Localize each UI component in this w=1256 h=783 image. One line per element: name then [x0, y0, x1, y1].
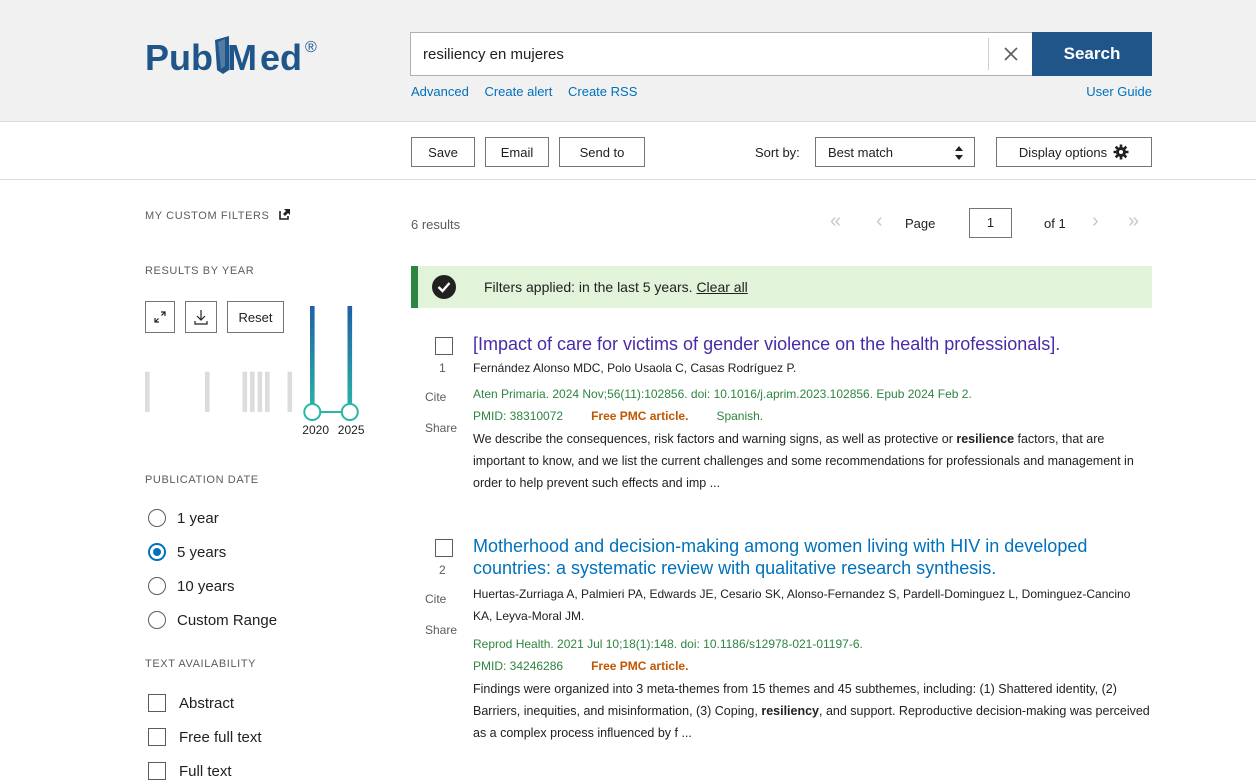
display-options-button[interactable]: Display options: [996, 137, 1152, 167]
year-bar: [145, 371, 150, 412]
prev-page-icon[interactable]: ‹: [876, 210, 883, 233]
svg-text:M: M: [227, 37, 257, 78]
logo-text-pub: Pub: [145, 37, 213, 78]
year-end-label: 2025: [338, 423, 365, 437]
header-links: Advanced Create alert Create RSS: [411, 84, 649, 99]
filters-applied-banner: Filters applied: in the last 5 years. Cl…: [411, 266, 1152, 308]
result-pmid: PMID: 34246286: [473, 659, 564, 673]
year-range-end-handle[interactable]: [340, 403, 359, 421]
cite-link[interactable]: Cite: [425, 592, 446, 606]
result-snippet: We describe the consequences, risk facto…: [473, 432, 1134, 490]
share-link[interactable]: Share: [425, 623, 457, 637]
radio-1-year[interactable]: [148, 509, 166, 527]
sort-arrows-icon: [955, 146, 963, 160]
radio-5-years[interactable]: [148, 543, 166, 561]
send-to-button[interactable]: Send to: [559, 137, 645, 167]
result-pmid-line: PMID: 34246286 Free PMC article.: [473, 659, 688, 673]
filter-full-text[interactable]: Full text: [148, 759, 232, 783]
filter-abstract[interactable]: Abstract: [148, 691, 234, 715]
header: Pub M ed ® Search Advanced Create alert …: [0, 0, 1256, 122]
checkbox-free-full-text[interactable]: [148, 728, 166, 746]
logo-reg: ®: [305, 39, 317, 56]
page-label: Page: [905, 216, 936, 231]
result-checkbox[interactable]: [435, 337, 453, 355]
result-language: Spanish.: [716, 409, 764, 423]
page-number-input[interactable]: 1: [969, 208, 1012, 238]
results-by-year-chart[interactable]: 2020 2025: [145, 300, 385, 440]
result-citation: Reprod Health. 2021 Jul 10;18(1):148. do…: [473, 637, 863, 651]
cite-link[interactable]: Cite: [425, 390, 446, 404]
clear-search-button[interactable]: [988, 38, 1032, 70]
email-button[interactable]: Email: [485, 137, 549, 167]
free-pmc-badge: Free PMC article.: [591, 659, 689, 673]
check-circle-icon: [432, 275, 456, 299]
search-box: [410, 32, 1032, 76]
date-option-custom-range[interactable]: Custom Range: [148, 608, 277, 632]
publication-date-heading: PUBLICATION DATE: [145, 474, 259, 486]
user-guide-link[interactable]: User Guide: [1086, 84, 1152, 99]
year-bar: [265, 371, 270, 412]
search-button[interactable]: Search: [1032, 32, 1152, 76]
result-checkbox[interactable]: [435, 539, 453, 557]
sort-value: Best match: [828, 144, 894, 160]
text-availability-heading: TEXT AVAILABILITY: [145, 658, 257, 670]
filter-free-full-text[interactable]: Free full text: [148, 725, 262, 749]
year-start-label: 2020: [302, 423, 329, 437]
external-link-icon: [279, 209, 291, 220]
result-title[interactable]: [Impact of care for victims of gender vi…: [473, 333, 1153, 355]
display-options-label: Display options: [1018, 144, 1108, 160]
last-page-icon[interactable]: »: [1128, 210, 1139, 233]
result-pmid-line: PMID: 38310072 Free PMC article. Spanish.: [473, 409, 763, 423]
logo-text-ed: ed: [260, 37, 302, 78]
first-page-icon[interactable]: «: [830, 210, 841, 233]
pagination: « ‹ Page 1 of 1 › »: [826, 206, 1152, 240]
action-bar: Save Email Send to Sort by: Best match D…: [0, 122, 1256, 180]
result-number: 1: [439, 361, 446, 375]
share-link[interactable]: Share: [425, 421, 457, 435]
year-range-start-handle[interactable]: [303, 403, 322, 421]
advanced-link[interactable]: Advanced: [411, 84, 469, 99]
result-title[interactable]: Motherhood and decision-making among wom…: [473, 535, 1153, 579]
date-option-1-year[interactable]: 1 year: [148, 506, 219, 530]
date-option-10-years[interactable]: 10 years: [148, 574, 235, 598]
result-snippet: Findings were organized into 3 meta-them…: [473, 682, 1150, 740]
close-icon: [1003, 47, 1018, 61]
year-bar: [257, 371, 263, 412]
result-citation: Aten Primaria. 2024 Nov;56(11):102856. d…: [473, 387, 972, 401]
next-page-icon[interactable]: ›: [1092, 210, 1099, 233]
filters-applied-text: Filters applied: in the last 5 years.: [484, 279, 693, 295]
year-bar: [242, 371, 248, 412]
checkbox-abstract[interactable]: [148, 694, 166, 712]
search-input[interactable]: [411, 33, 985, 75]
result-number: 2: [439, 563, 446, 577]
date-option-5-years[interactable]: 5 years: [148, 540, 226, 564]
year-bar: [205, 371, 210, 412]
create-alert-link[interactable]: Create alert: [484, 84, 552, 99]
pubmed-logo[interactable]: Pub M ed ®: [145, 30, 345, 80]
page-of-label: of 1: [1044, 216, 1066, 231]
clear-all-link[interactable]: Clear all: [696, 279, 747, 295]
result-pmid: PMID: 38310072: [473, 409, 564, 423]
save-button[interactable]: Save: [411, 137, 475, 167]
radio-custom-range[interactable]: [148, 611, 166, 629]
results-count: 6 results: [411, 217, 461, 232]
result-authors: Huertas-Zurriaga A, Palmieri PA, Edwards…: [473, 587, 1131, 623]
sort-by-label: Sort by:: [755, 145, 800, 160]
results-by-year-heading: RESULTS BY YEAR: [145, 265, 255, 277]
free-pmc-badge: Free PMC article.: [591, 409, 689, 423]
year-bar: [287, 371, 293, 412]
year-bar: [347, 306, 353, 412]
my-custom-filters-link[interactable]: MY CUSTOM FILTERS: [145, 208, 291, 222]
year-bar: [250, 371, 255, 412]
radio-10-years[interactable]: [148, 577, 166, 595]
sort-select[interactable]: Best match: [815, 137, 975, 167]
result-authors: Fernández Alonso MDC, Polo Usaola C, Cas…: [473, 361, 797, 375]
checkbox-full-text[interactable]: [148, 762, 166, 780]
year-bar: [310, 306, 315, 412]
gear-icon: [1113, 144, 1129, 160]
create-rss-link[interactable]: Create RSS: [568, 84, 637, 99]
